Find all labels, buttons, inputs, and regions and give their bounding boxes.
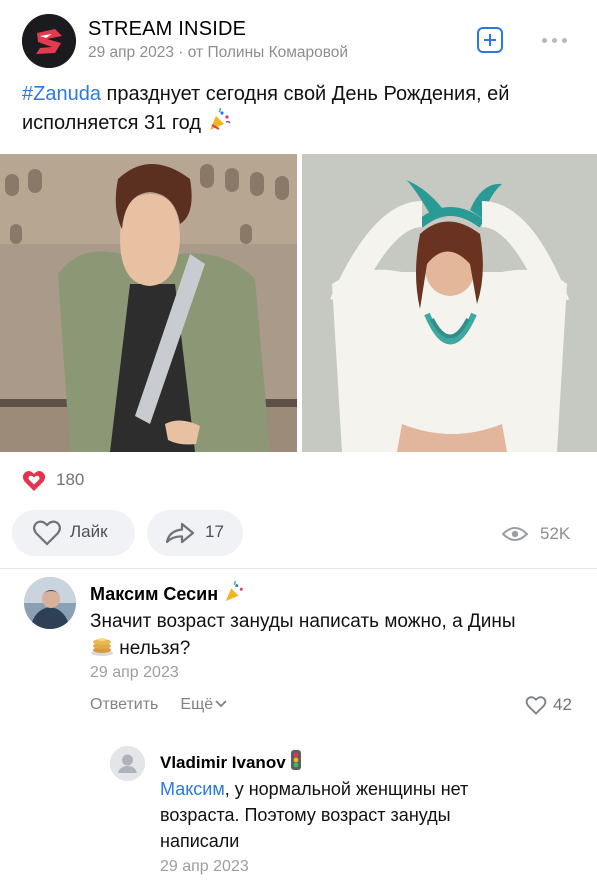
- comment-actions: Ответить Ещё: [90, 696, 249, 714]
- views-counter: 52K: [500, 522, 580, 546]
- reply-text: Максим, у нормальной женщины нет возраст…: [160, 776, 580, 854]
- eye-icon: [502, 527, 528, 541]
- post-header: STREAM INSIDE 29 апр 2023 · от Полины Ко…: [22, 14, 582, 70]
- post-text-line2: исполняется 31 год: [22, 112, 202, 134]
- share-button[interactable]: 17: [147, 510, 243, 556]
- more-label: Ещё: [180, 696, 214, 713]
- chevron-down-icon: [215, 700, 227, 708]
- more-button[interactable]: Ещё: [180, 696, 227, 713]
- comment-like-count: 42: [553, 695, 572, 714]
- likes-count: 180: [56, 470, 85, 489]
- hashtag-link[interactable]: #Zanuda: [22, 83, 101, 105]
- replier-name[interactable]: Vladimir Ivanov: [160, 749, 302, 776]
- reply-button[interactable]: Ответить: [90, 696, 158, 713]
- comment-text: Значит возраст зануды написать можно, а …: [90, 608, 570, 665]
- meta-separator: ·: [173, 44, 188, 61]
- add-to-favorites-icon[interactable]: [477, 27, 503, 53]
- mention-link[interactable]: Максим: [160, 779, 225, 799]
- like-button[interactable]: Лайк: [12, 510, 135, 556]
- heart-outline-icon: [525, 696, 547, 715]
- reply-text-line3: написали: [160, 831, 240, 851]
- party-popper-icon: [223, 580, 245, 608]
- heart-filled-icon: [22, 471, 46, 491]
- reply-date: 29 апр 2023: [160, 858, 249, 875]
- share-count: 17: [205, 522, 224, 541]
- comment-date: 29 апр 2023: [90, 664, 179, 681]
- post-photo-2[interactable]: [302, 154, 597, 452]
- community-avatar[interactable]: [22, 14, 76, 68]
- replier-name-text: Vladimir Ivanov: [160, 753, 286, 772]
- comment-text-line1: Значит возраст зануды написать можно, а …: [90, 611, 516, 632]
- comment-like-button[interactable]: 42: [525, 694, 581, 718]
- more-options-icon[interactable]: [540, 30, 570, 50]
- comment-text-line2: нельзя?: [119, 638, 191, 659]
- commenter-name[interactable]: Максим Сесин: [90, 580, 245, 608]
- post-byline[interactable]: от Полины Комаровой: [188, 44, 348, 61]
- party-popper-icon: [207, 107, 231, 140]
- post-text-line1: празднует сегодня свой День Рождения, ей: [100, 83, 510, 105]
- commenter-avatar[interactable]: [24, 577, 76, 629]
- replier-avatar[interactable]: [110, 746, 145, 781]
- reply-text-line2: возраста. Поэтому возраст зануды: [160, 805, 451, 825]
- post-meta: 29 апр 2023 · от Полины Комаровой: [88, 44, 348, 62]
- traffic-light-icon: [290, 749, 302, 776]
- pancakes-icon: [90, 635, 114, 665]
- post-text: #Zanuda празднует сегодня свой День Рожд…: [22, 80, 582, 140]
- like-label: Лайк: [70, 522, 108, 541]
- heart-outline-icon: [33, 520, 61, 546]
- community-name[interactable]: STREAM INSIDE: [88, 18, 246, 41]
- post-date: 29 апр 2023: [88, 44, 174, 61]
- reply-text-line1: , у нормальной женщины нет: [224, 779, 469, 799]
- views-count: 52K: [540, 524, 571, 543]
- post-photo-1[interactable]: [0, 154, 297, 452]
- share-arrow-icon: [165, 522, 195, 544]
- commenter-name-text: Максим Сесин: [90, 584, 219, 604]
- divider: [0, 568, 597, 569]
